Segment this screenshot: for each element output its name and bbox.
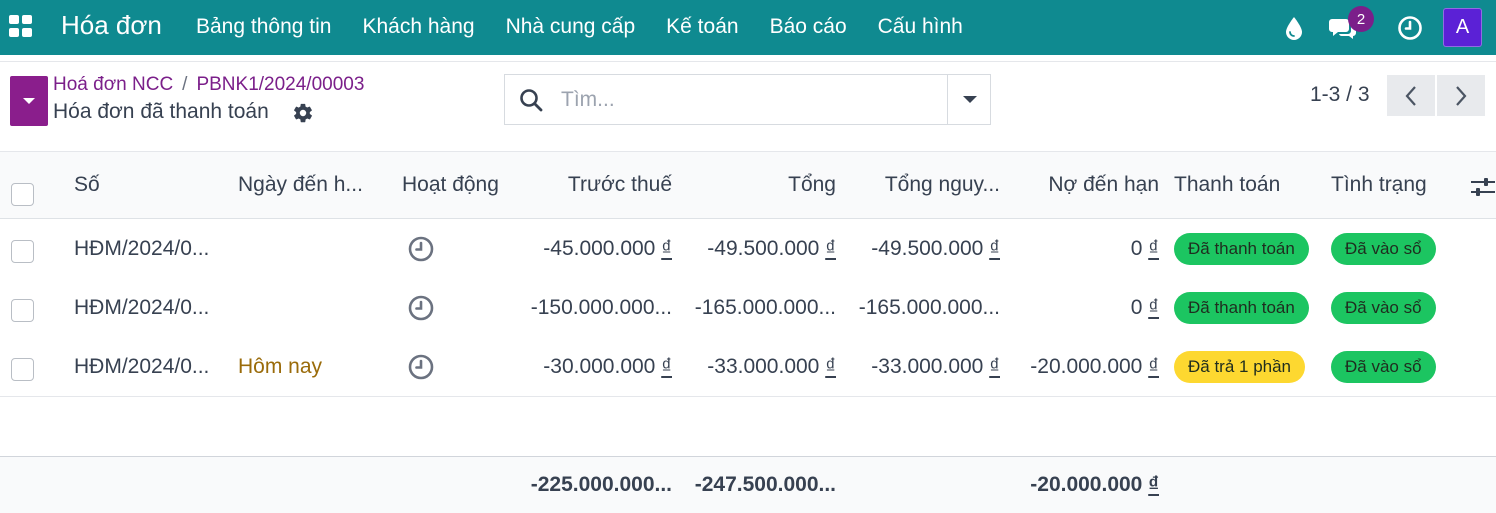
column-header-total[interactable]: Tổng [684,152,836,218]
optional-columns-icon[interactable] [1470,176,1496,198]
cell-total-currency: -165.000.000... [858,295,1000,319]
cell-status: Đã vào sổ [1331,278,1461,337]
cell-untaxed: -150.000.000... [530,295,672,319]
search-options-toggle[interactable] [947,75,991,124]
search-bar [504,74,991,125]
user-avatar[interactable]: A [1443,8,1482,47]
menu-item-vendors[interactable]: Nhà cung cấp [506,15,636,39]
column-header-number[interactable]: Số [74,152,226,218]
cell-payment: Đã trả 1 phần [1174,337,1324,396]
cell-total: -33.000.000 ₫ [707,354,836,378]
sidebar-toggle-button[interactable] [10,76,48,126]
clock-icon[interactable] [1396,0,1424,55]
menu-item-accounting[interactable]: Kế toán [666,15,738,39]
top-navbar: Hóa đơn Bảng thông tin Khách hàng Nhà cu… [0,0,1496,55]
menu-item-configuration[interactable]: Cấu hình [878,15,963,39]
pager-previous-button[interactable] [1387,75,1435,116]
total-untaxed: -225.000.000... [530,473,672,496]
cell-number: HĐM/2024/0... [74,354,210,378]
cell-total: -49.500.000 ₫ [707,236,836,260]
column-header-payment[interactable]: Thanh toán [1174,152,1324,218]
cell-untaxed: -45.000.000 ₫ [543,236,672,260]
activity-clock-icon[interactable] [408,337,434,396]
cell-status: Đã vào sổ [1331,337,1461,396]
caret-down-icon [962,96,977,103]
row-checkbox[interactable] [11,240,34,263]
column-header-status[interactable]: Tình trạng [1331,152,1461,218]
app-brand[interactable]: Hóa đơn [61,10,162,41]
column-header-activity[interactable]: Hoạt động [402,152,522,218]
row-checkbox[interactable] [11,299,34,322]
main-menu: Bảng thông tin Khách hàng Nhà cung cấp K… [196,15,994,39]
caret-down-icon [23,98,35,104]
cell-amount-due: 0 ₫ [1130,295,1159,319]
apps-grid-icon[interactable] [9,15,33,37]
breadcrumb-vendor-bills[interactable]: Hoá đơn NCC [53,74,173,95]
cell-total-currency: -33.000.000 ₫ [871,354,1000,378]
payment-status-badge: Đã thanh toán [1174,291,1309,324]
menu-item-dashboard[interactable]: Bảng thông tin [196,15,331,39]
cell-total-currency: -49.500.000 ₫ [871,236,1000,260]
page-title: Hóa đơn đã thanh toán [53,100,269,123]
menu-item-customers[interactable]: Khách hàng [362,15,474,39]
search-icon [518,87,544,113]
payment-status-badge: Đã trả 1 phần [1174,350,1306,383]
cell-status: Đã vào sổ [1331,219,1461,278]
status-badge: Đã vào sổ [1331,291,1436,324]
menu-item-reports[interactable]: Báo cáo [770,15,847,39]
gear-icon[interactable] [292,102,314,124]
cell-due-date: Hôm nay [238,354,323,378]
column-header-total-currency[interactable]: Tổng nguy... [846,152,1000,218]
activity-clock-icon[interactable] [408,219,434,278]
cell-due-date [238,278,378,337]
breadcrumb-separator: / [182,74,188,95]
cell-amount-due: 0 ₫ [1130,236,1159,260]
cell-untaxed: -30.000.000 ₫ [543,354,672,378]
cell-due-date [238,219,378,278]
table-header: Số Ngày đến h... Hoạt động Trước thuế Tổ… [0,151,1496,219]
column-header-amount-due[interactable]: Nợ đến hạn [1010,152,1159,218]
column-header-untaxed[interactable]: Trước thuế [510,152,672,218]
pager-next-button[interactable] [1437,75,1485,116]
table-footer-totals: -225.000.000... -247.500.000... -20.000.… [0,456,1496,513]
row-checkbox[interactable] [11,358,34,381]
navbar-divider [0,61,1496,62]
cell-payment: Đã thanh toán [1174,219,1324,278]
cell-number: HĐM/2024/0... [74,236,210,260]
cell-number: HĐM/2024/0... [74,295,210,319]
droplet-icon[interactable] [1281,0,1307,55]
table-row[interactable]: HĐM/2024/0... -45.000.000 ₫ -49.500.000 … [0,219,1496,279]
pager-value[interactable]: 1-3 / 3 [1310,83,1370,107]
status-badge: Đã vào sổ [1331,232,1436,265]
cell-amount-due: -20.000.000 ₫ [1030,354,1159,378]
search-input[interactable] [561,83,941,117]
column-header-due-date[interactable]: Ngày đến h... [238,152,378,218]
payment-status-badge: Đã thanh toán [1174,232,1309,265]
breadcrumb-record[interactable]: PBNK1/2024/00003 [196,74,364,95]
select-all-checkbox[interactable] [11,183,34,206]
table-row[interactable]: HĐM/2024/0... Hôm nay -30.000.000 ₫ -33.… [0,337,1496,397]
chevron-left-icon [1405,85,1416,106]
total-total: -247.500.000... [694,473,836,496]
chevron-right-icon [1456,85,1467,106]
chat-count-badge: 2 [1348,6,1374,32]
breadcrumb: Hoá đơn NCC / PBNK1/2024/00003 [53,74,364,96]
chat-bubbles-icon[interactable]: 2 [1326,0,1374,55]
activity-clock-icon[interactable] [408,278,434,337]
status-badge: Đã vào sổ [1331,350,1436,383]
cell-total: -165.000.000... [694,295,836,319]
table-row[interactable]: HĐM/2024/0... -150.000.000... -165.000.0… [0,278,1496,338]
cell-payment: Đã thanh toán [1174,278,1324,337]
total-amount-due: -20.000.000 ₫ [1030,473,1159,496]
